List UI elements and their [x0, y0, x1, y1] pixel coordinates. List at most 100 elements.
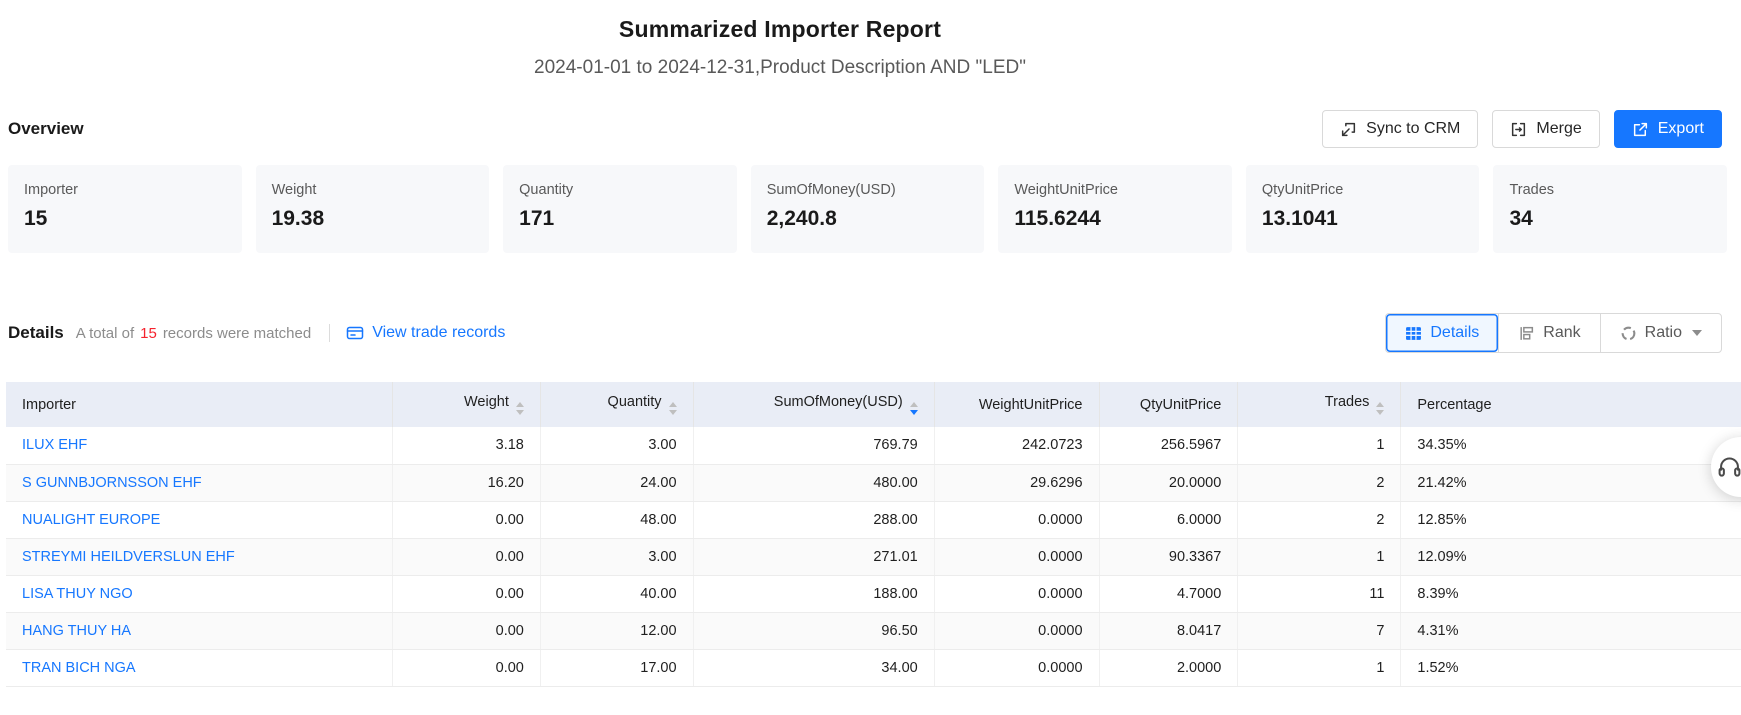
- export-icon: [1632, 121, 1649, 138]
- cell-qtyunitprice: 90.3367: [1099, 538, 1238, 575]
- cell-qtyunitprice: 2.0000: [1099, 649, 1238, 686]
- column-header-trades[interactable]: Trades: [1238, 382, 1401, 427]
- cell-qtyunitprice: 256.5967: [1099, 427, 1238, 464]
- cell-weightunitprice: 0.0000: [934, 575, 1099, 612]
- view-trade-records-label: View trade records: [372, 324, 505, 342]
- column-header-weightunitprice: WeightUnitPrice: [934, 382, 1099, 427]
- table-row: STREYMI HEILDVERSLUN EHF 0.003.00271.010.…: [6, 538, 1741, 575]
- cell-sumofmoney-usd: 288.00: [693, 501, 934, 538]
- stat-card-value: 171: [519, 207, 721, 231]
- column-header-label: SumOfMoney(USD): [774, 394, 903, 410]
- view-mode-ratio-label: Ratio: [1645, 324, 1682, 342]
- overview-row: Overview Sync to CRM Merge: [8, 109, 1722, 149]
- cell-importer: STREYMI HEILDVERSLUN EHF: [6, 538, 393, 575]
- table-grid-icon: [1405, 325, 1422, 342]
- cell-qtyunitprice: 6.0000: [1099, 501, 1238, 538]
- stat-card-value: 19.38: [272, 207, 474, 231]
- column-header-label: Quantity: [608, 394, 662, 410]
- view-mode-switch: Details Rank Ratio: [1385, 313, 1722, 353]
- cell-percentage: 1.52%: [1401, 649, 1741, 686]
- importer-link[interactable]: HANG THUY HA: [22, 623, 131, 639]
- cell-quantity: 24.00: [540, 464, 693, 501]
- view-mode-ratio[interactable]: Ratio: [1600, 314, 1721, 352]
- column-header-label: Importer: [22, 397, 76, 413]
- column-header-label: WeightUnitPrice: [979, 397, 1083, 413]
- importers-table-wrap: Importer Weight Quantity SumOfMoney(USD) Wei…: [6, 382, 1741, 687]
- column-header-weight[interactable]: Weight: [393, 382, 540, 427]
- table-row: LISA THUY NGO0.0040.00188.000.00004.7000…: [6, 575, 1741, 612]
- records-icon: [346, 324, 364, 342]
- cell-weight: 0.00: [393, 538, 540, 575]
- column-header-label: Trades: [1325, 394, 1370, 410]
- cell-qtyunitprice: 8.0417: [1099, 612, 1238, 649]
- column-header-sumofmoney-usd[interactable]: SumOfMoney(USD): [693, 382, 934, 427]
- cell-percentage: 34.35%: [1401, 427, 1741, 464]
- view-trade-records-link[interactable]: View trade records: [346, 324, 505, 342]
- cell-weightunitprice: 0.0000: [934, 612, 1099, 649]
- overview-cards: Importer 15 Weight 19.38 Quantity 171 Su…: [8, 165, 1727, 253]
- importer-link[interactable]: LISA THUY NGO: [22, 586, 133, 602]
- table-body: ILUX EHF3.183.00769.79242.0723256.596713…: [6, 427, 1741, 686]
- sort-carets-icon[interactable]: [516, 402, 524, 415]
- sync-to-crm-button[interactable]: Sync to CRM: [1322, 110, 1478, 148]
- sort-carets-icon[interactable]: [910, 402, 918, 415]
- cell-quantity: 3.00: [540, 538, 693, 575]
- cell-importer: LISA THUY NGO: [6, 575, 393, 612]
- cell-sumofmoney-usd: 34.00: [693, 649, 934, 686]
- view-mode-details[interactable]: Details: [1386, 314, 1498, 352]
- column-header-importer: Importer: [6, 382, 393, 427]
- stat-card: Quantity 171: [503, 165, 737, 253]
- import-icon: [1340, 121, 1357, 138]
- stat-card-value: 13.1041: [1262, 207, 1464, 231]
- view-mode-rank-label: Rank: [1543, 324, 1580, 342]
- sort-carets-icon[interactable]: [669, 402, 677, 415]
- cell-sumofmoney-usd: 271.01: [693, 538, 934, 575]
- sync-to-crm-label: Sync to CRM: [1366, 120, 1460, 138]
- cell-weight: 16.20: [393, 464, 540, 501]
- sort-carets-icon[interactable]: [1376, 402, 1384, 415]
- column-header-qtyunitprice: QtyUnitPrice: [1099, 382, 1238, 427]
- cell-quantity: 48.00: [540, 501, 693, 538]
- rank-icon: [1518, 325, 1535, 342]
- matched-count: 15: [140, 325, 157, 342]
- table-row: NUALIGHT EUROPE0.0048.00288.000.00006.00…: [6, 501, 1741, 538]
- cell-percentage: 12.85%: [1401, 501, 1741, 538]
- cell-trades: 1: [1238, 427, 1401, 464]
- column-header-quantity[interactable]: Quantity: [540, 382, 693, 427]
- cell-weightunitprice: 0.0000: [934, 538, 1099, 575]
- importer-link[interactable]: TRAN BICH NGA: [22, 660, 136, 676]
- importer-link[interactable]: STREYMI HEILDVERSLUN EHF: [22, 549, 235, 565]
- cell-weight: 0.00: [393, 649, 540, 686]
- cell-quantity: 40.00: [540, 575, 693, 612]
- stat-card-value: 34: [1509, 207, 1711, 231]
- cell-weight: 0.00: [393, 612, 540, 649]
- cell-quantity: 3.00: [540, 427, 693, 464]
- cell-percentage: 4.31%: [1401, 612, 1741, 649]
- stat-card: QtyUnitPrice 13.1041: [1246, 165, 1480, 253]
- merge-icon: [1510, 121, 1527, 138]
- table-row: S GUNNBJORNSSON EHF16.2024.00480.0029.62…: [6, 464, 1741, 501]
- cell-importer: TRAN BICH NGA: [6, 649, 393, 686]
- export-button[interactable]: Export: [1614, 110, 1722, 148]
- stat-card-label: Weight: [272, 182, 474, 198]
- cell-trades: 2: [1238, 464, 1401, 501]
- view-mode-details-label: Details: [1430, 324, 1479, 342]
- stat-card: Weight 19.38: [256, 165, 490, 253]
- importer-link[interactable]: S GUNNBJORNSSON EHF: [22, 475, 202, 491]
- importer-link[interactable]: NUALIGHT EUROPE: [22, 512, 160, 528]
- cell-trades: 1: [1238, 538, 1401, 575]
- importer-link[interactable]: ILUX EHF: [22, 437, 87, 453]
- page-title: Summarized Importer Report: [0, 16, 1560, 43]
- stat-card-value: 2,240.8: [767, 207, 969, 231]
- cell-importer: ILUX EHF: [6, 427, 393, 464]
- stat-card-label: Importer: [24, 182, 226, 198]
- stat-card: WeightUnitPrice 115.6244: [998, 165, 1232, 253]
- ratio-circle-icon: [1620, 325, 1637, 342]
- cell-weightunitprice: 0.0000: [934, 649, 1099, 686]
- cell-percentage: 12.09%: [1401, 538, 1741, 575]
- cell-sumofmoney-usd: 96.50: [693, 612, 934, 649]
- view-mode-rank[interactable]: Rank: [1498, 314, 1599, 352]
- cell-weightunitprice: 0.0000: [934, 501, 1099, 538]
- cell-weightunitprice: 242.0723: [934, 427, 1099, 464]
- merge-button[interactable]: Merge: [1492, 110, 1599, 148]
